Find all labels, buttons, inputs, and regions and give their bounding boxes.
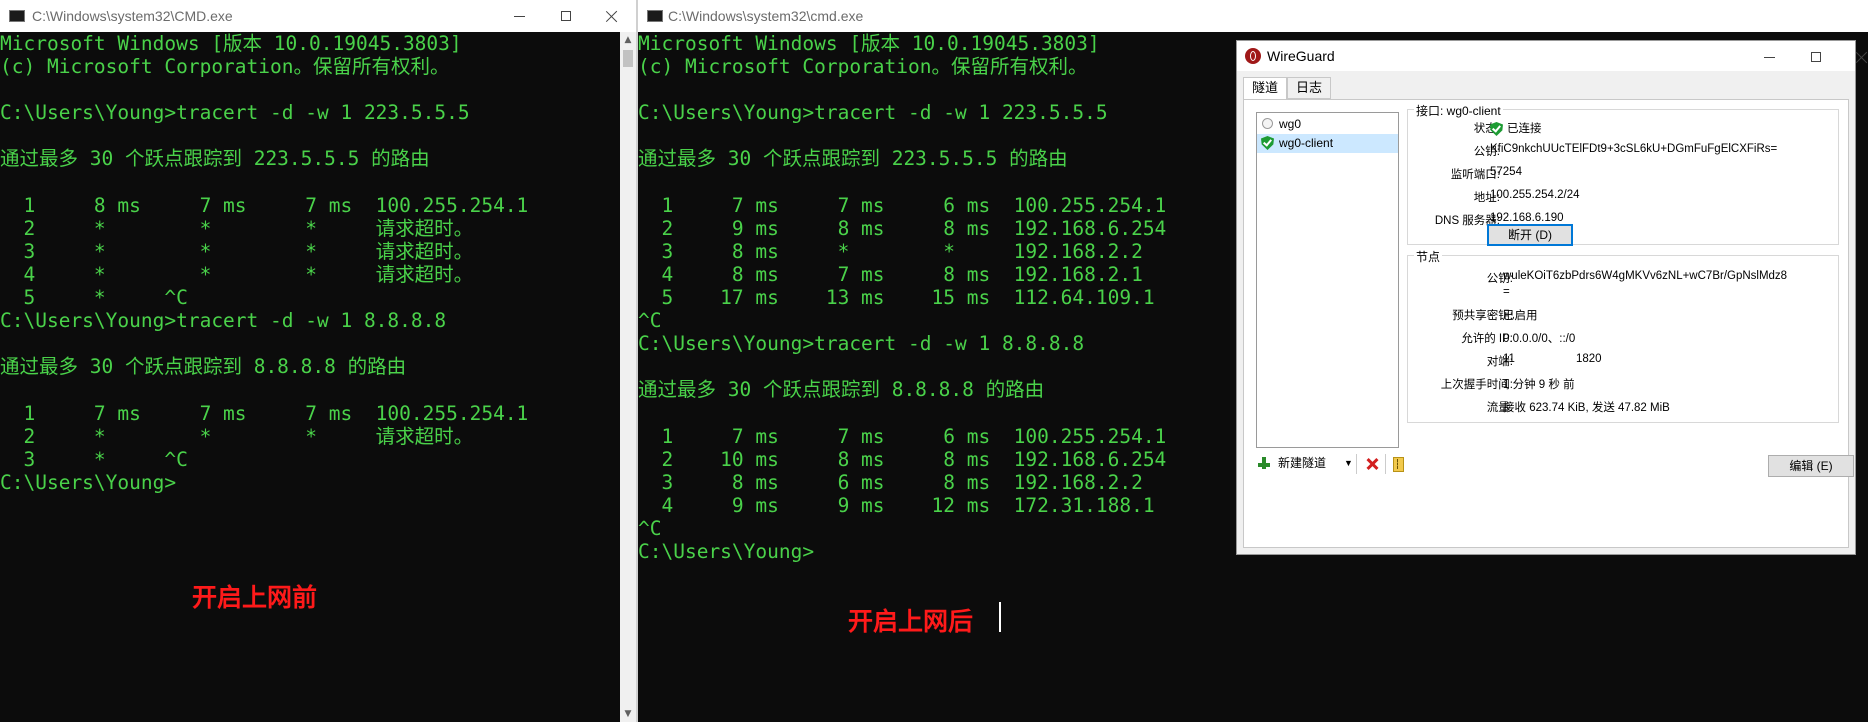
disconnect-button[interactable]: 断开 (D) [1487,224,1573,246]
tab-tunnels[interactable]: 隧道 [1243,77,1287,100]
tunnel-item-wg0-client[interactable]: wg0-client [1257,134,1398,153]
scroll-down-icon[interactable]: ▼ [620,706,636,722]
console-line: (c) Microsoft Corporation。保留所有权利。 [0,55,450,79]
psk-value[interactable]: 已启用 [1503,307,1538,323]
console-line: 1 7 ms 7 ms 7 ms 100.255.254.1 [0,401,529,425]
endpoint-value[interactable]: 11 [1503,353,1515,365]
console-line: 2 * * * 请求超时。 [0,424,474,448]
interface-group-title: 接口: wg0-client [1414,102,1503,119]
interface-group: 接口: wg0-client 状态: 已连接 公钥: KfiC9nkchUUcT… [1407,102,1839,246]
console-line: C:\Users\Young>tracert -d -w 1 8.8.8.8 [0,309,447,333]
add-tunnel-icon [1258,456,1272,470]
console-line: 2 * * * 请求超时。 [0,216,474,240]
cmd-left-scrollbar[interactable]: ▲ ▼ [620,32,636,722]
annotation-after: 开启上网后 [848,607,974,636]
wireguard-window: WireGuard 隧道 日志 wg0 wg0-client 接口: wg0-c… [1236,40,1856,555]
wireguard-tunnels-panel: wg0 wg0-client 接口: wg0-client 状态: 已连接 公钥… [1243,99,1854,548]
wireguard-close-button[interactable] [1839,41,1857,71]
text-caret [999,602,1001,632]
console-line: 3 * ^C [0,447,188,471]
console-line: 通过最多 30 个跃点跟踪到 8.8.8.8 的路由 [0,355,407,379]
peer-group: 节点 公钥: wuleKOiT6zbPdrs6W4gMKVv6zNL+wC7Br… [1407,248,1839,423]
transfer-value[interactable]: 接收 623.74 KiB, 发送 47.82 MiB [1503,399,1670,415]
console-line: 1 8 ms 7 ms 7 ms 100.255.254.1 [0,193,529,217]
tab-log[interactable]: 日志 [1287,77,1331,99]
add-tunnel-dropdown[interactable]: ▼ [1344,453,1353,473]
toolbar-separator [1356,454,1357,474]
edit-button[interactable]: 编辑 (E) [1768,455,1854,477]
wireguard-maximize-button[interactable] [1793,41,1839,71]
chevron-down-icon: ▼ [1344,458,1353,468]
handshake-value[interactable]: 1 分钟 9 秒 前 [1503,376,1575,392]
tunnel-name: wg0 [1279,117,1302,131]
console-line: 3 * * * 请求超时。 [0,239,474,263]
export-zip-icon[interactable] [1393,457,1404,472]
tunnel-item-wg0[interactable]: wg0 [1257,115,1398,134]
console-line: C:\Users\Young>tracert -d -w 1 223.5.5.5 [0,101,470,125]
console-line: 5 * ^C [0,286,188,310]
wireguard-minimize-button[interactable] [1747,41,1793,71]
dns-value[interactable]: 192.168.6.190 [1490,212,1564,224]
address-value[interactable]: 100.255.254.2/24 [1490,189,1580,201]
peer-pubkey-value[interactable]: wuleKOiT6zbPdrs6W4gMKVv6zNL+wC7Br/GpNslM… [1503,270,1787,282]
cmd-right-app-icon [647,10,663,22]
interface-pubkey-value[interactable]: KfiC9nkchUUcTElFDt9+3cSL6kU+DGmFuFgElCXF… [1490,143,1777,155]
console-line: Microsoft Windows [版本 10.0.19045.3803] [0,32,462,55]
add-tunnel-button[interactable]: 新建隧道 [1258,453,1344,473]
peer-group-title: 节点 [1414,248,1443,265]
wireguard-title: WireGuard [1267,48,1335,64]
cmd-left-minimize-button[interactable] [497,0,543,32]
peer-pubkey-value-cont[interactable]: = [1503,286,1510,298]
scroll-thumb[interactable] [623,50,633,67]
wireguard-logo-icon [1245,48,1261,64]
add-tunnel-label: 新建隧道 [1278,456,1327,470]
listen-port-value[interactable]: 57254 [1490,166,1522,178]
status-value: 已连接 [1507,123,1542,135]
wireguard-titlebar[interactable]: WireGuard [1237,41,1855,71]
toolbar-separator [1385,454,1386,474]
cmd-left-app-icon [9,10,25,22]
console-line: 4 * * * 请求超时。 [0,262,474,286]
remove-tunnel-icon[interactable] [1365,457,1379,471]
allowed-ips-value[interactable]: 0.0.0.0/0、::/0 [1503,330,1575,346]
annotation-before: 开启上网前 [192,583,318,612]
tunnel-name: wg0-client [1279,136,1334,150]
cmd-right-title-text: C:\Windows\system32\cmd.exe [668,8,864,24]
inactive-status-icon [1262,118,1273,129]
tunnel-list[interactable]: wg0 wg0-client [1256,112,1399,448]
scroll-up-icon[interactable]: ▲ [620,32,636,48]
endpoint-port-value[interactable]: 1820 [1576,353,1602,365]
cmd-left-title-text: C:\Windows\system32\CMD.exe [32,8,233,24]
console-line: C:\Users\Young> [0,470,177,494]
cmd-left-maximize-button[interactable] [543,0,589,32]
cmd-left-console-text[interactable]: Microsoft Windows [版本 10.0.19045.3803] (c… [0,32,618,722]
console-line: 通过最多 30 个跃点跟踪到 223.5.5.5 的路由 [0,147,430,171]
cmd-left-close-button[interactable] [589,0,635,32]
shield-check-icon [1261,136,1274,150]
